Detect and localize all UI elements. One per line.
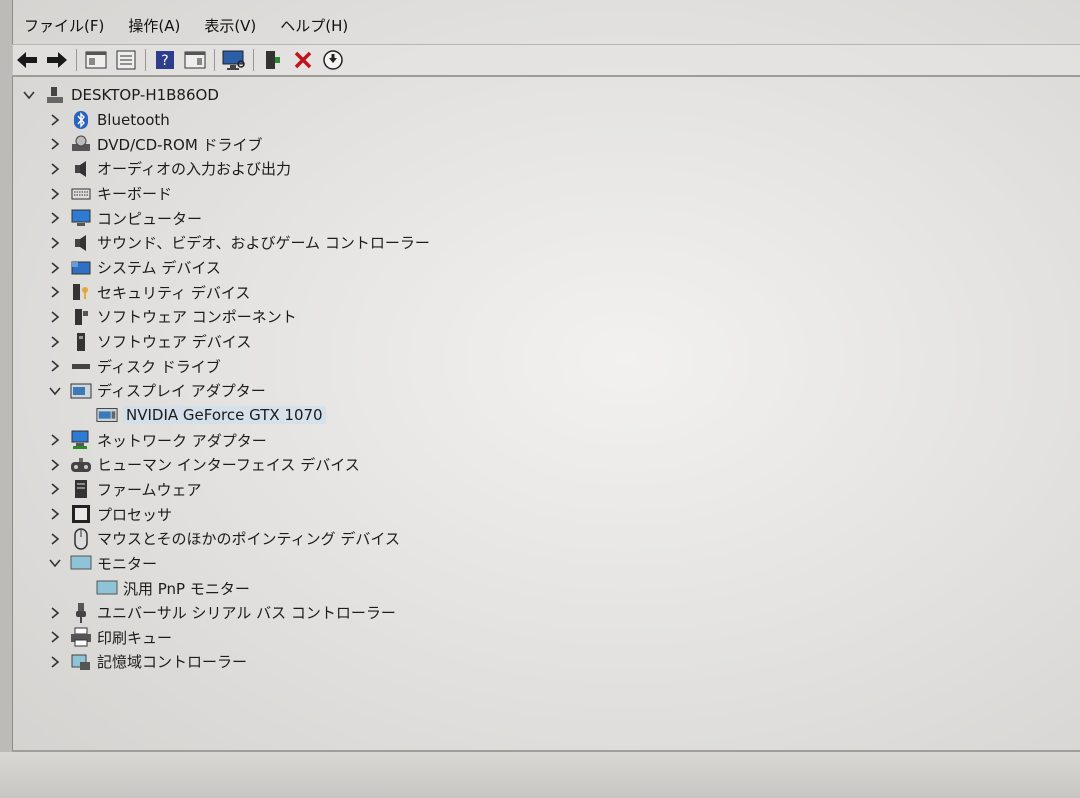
- chevron-right-icon[interactable]: [48, 482, 62, 496]
- chevron-right-icon[interactable]: [48, 359, 62, 373]
- keyboard-icon: [70, 184, 92, 204]
- chevron-right-icon[interactable]: [48, 532, 62, 546]
- tree-node-label: NVIDIA GeForce GTX 1070: [123, 406, 326, 425]
- tree-node-label: プロセッサ: [97, 505, 173, 524]
- menu-bar: ファイル(F) 操作(A) 表示(V) ヘルプ(H): [12, 8, 1080, 42]
- security-key-icon: [70, 282, 92, 302]
- forward-icon[interactable]: [45, 48, 69, 72]
- menu-action[interactable]: 操作(A): [116, 15, 192, 36]
- menu-file[interactable]: ファイル(F): [12, 15, 116, 36]
- action-pane-icon[interactable]: [183, 48, 207, 72]
- tree-node-label: セキュリティ デバイス: [97, 283, 251, 302]
- mouse-icon: [70, 527, 92, 550]
- tree-node-label: サウンド、ビデオ、およびゲーム コントローラー: [97, 234, 430, 253]
- storage-controller-icon: [70, 652, 92, 672]
- tree-node-label: ネットワーク アダプター: [97, 431, 267, 450]
- tree-node-label: ソフトウェア コンポーネント: [97, 308, 297, 327]
- chevron-right-icon[interactable]: [48, 137, 62, 151]
- chevron-right-icon[interactable]: [48, 655, 62, 669]
- usb-icon: [70, 602, 92, 623]
- chevron-right-icon[interactable]: [48, 113, 62, 127]
- chevron-right-icon[interactable]: [48, 458, 62, 472]
- software-component-icon: [70, 307, 92, 327]
- toolbar-separator: [76, 49, 77, 71]
- gpu-icon: [96, 405, 118, 425]
- tree-node-label: 記憶域コントローラー: [97, 653, 248, 672]
- tree-node-label: ヒューマン インターフェイス デバイス: [97, 456, 360, 475]
- tree-node-label: 印刷キュー: [97, 628, 173, 647]
- monitor-icon: [96, 578, 118, 598]
- device-manager-window: ファイル(F) 操作(A) 表示(V) ヘルプ(H) ? DESKTOP-H1B…: [12, 0, 1080, 752]
- chevron-right-icon[interactable]: [48, 606, 62, 620]
- tree-node-label: DVD/CD-ROM ドライブ: [97, 135, 263, 154]
- chevron-down-icon[interactable]: [48, 384, 62, 398]
- tree-node-label: ディスプレイ アダプター: [97, 382, 266, 401]
- software-device-icon: [70, 332, 92, 352]
- tree-node-label: Bluetooth: [97, 110, 170, 129]
- toolbar-separator: [253, 49, 254, 71]
- monitor-icon: [70, 553, 92, 573]
- speaker-icon: [70, 159, 92, 179]
- system-devices-icon: [70, 258, 92, 278]
- toolbar: ?: [12, 44, 1080, 77]
- printer-icon: [70, 627, 92, 647]
- network-adapter-icon: [70, 430, 92, 450]
- sound-icon: [70, 233, 92, 253]
- toolbar-separator: [214, 49, 215, 71]
- display-adapter-icon: [70, 381, 92, 401]
- tree-node-label: キーボード: [97, 185, 173, 204]
- toolbar-separator: [145, 49, 146, 71]
- menu-view[interactable]: 表示(V): [192, 15, 268, 36]
- chevron-right-icon[interactable]: [48, 630, 62, 644]
- menu-help[interactable]: ヘルプ(H): [268, 15, 360, 36]
- tree-node-label: システム デバイス: [97, 259, 221, 278]
- computer-icon: [70, 208, 92, 228]
- tree-node-label: マウスとそのほかのポインティング デバイス: [97, 530, 400, 549]
- scan-hardware-icon[interactable]: [222, 48, 246, 72]
- bluetooth-icon: [70, 110, 92, 130]
- tree-node-label: ファームウェア: [97, 480, 202, 499]
- properties-icon[interactable]: [114, 48, 138, 72]
- hid-icon: [70, 455, 92, 475]
- chevron-right-icon[interactable]: [48, 261, 62, 275]
- back-icon[interactable]: [15, 48, 39, 72]
- disable-icon[interactable]: [321, 48, 345, 72]
- chevron-right-icon[interactable]: [48, 507, 62, 521]
- firmware-icon: [70, 479, 92, 499]
- disk-drive-icon: [70, 356, 92, 376]
- chevron-down-icon[interactable]: [22, 88, 36, 102]
- update-driver-icon[interactable]: [261, 48, 285, 72]
- chevron-right-icon[interactable]: [48, 211, 62, 225]
- screen-bezel: [0, 752, 1080, 798]
- tree-node-label: モニター: [97, 554, 158, 573]
- tree-node-label: ディスク ドライブ: [97, 357, 221, 376]
- chevron-right-icon[interactable]: [48, 335, 62, 349]
- chevron-right-icon[interactable]: [48, 162, 62, 176]
- chevron-right-icon[interactable]: [48, 310, 62, 324]
- tree-node-label: ソフトウェア デバイス: [97, 333, 252, 351]
- tree-node-label: 汎用 PnP モニター: [123, 579, 250, 598]
- device-tree: DESKTOP-H1B86OD Bluetooth DVD/CD-ROM ドライブオ…: [12, 80, 1080, 752]
- tree-node-label: コンピューター: [97, 209, 203, 228]
- chevron-right-icon[interactable]: [48, 433, 62, 447]
- computer-root-icon: [44, 85, 66, 105]
- chevron-right-icon[interactable]: [48, 236, 62, 250]
- console-tree-icon[interactable]: [84, 48, 108, 72]
- chevron-down-icon[interactable]: [48, 556, 62, 570]
- chevron-right-icon[interactable]: [48, 285, 62, 299]
- processor-icon: [70, 504, 92, 524]
- uninstall-icon[interactable]: [291, 48, 315, 72]
- tree-node-label: DESKTOP-H1B86OD: [71, 86, 219, 104]
- tree-node-label: オーディオの入力および出力: [97, 160, 291, 179]
- dvd-drive-icon: [70, 134, 92, 154]
- svg-text:?: ?: [161, 53, 168, 69]
- chevron-right-icon[interactable]: [48, 187, 62, 201]
- tree-node-label: ユニバーサル シリアル バス コントローラー: [97, 604, 396, 623]
- help-icon[interactable]: ?: [153, 48, 177, 72]
